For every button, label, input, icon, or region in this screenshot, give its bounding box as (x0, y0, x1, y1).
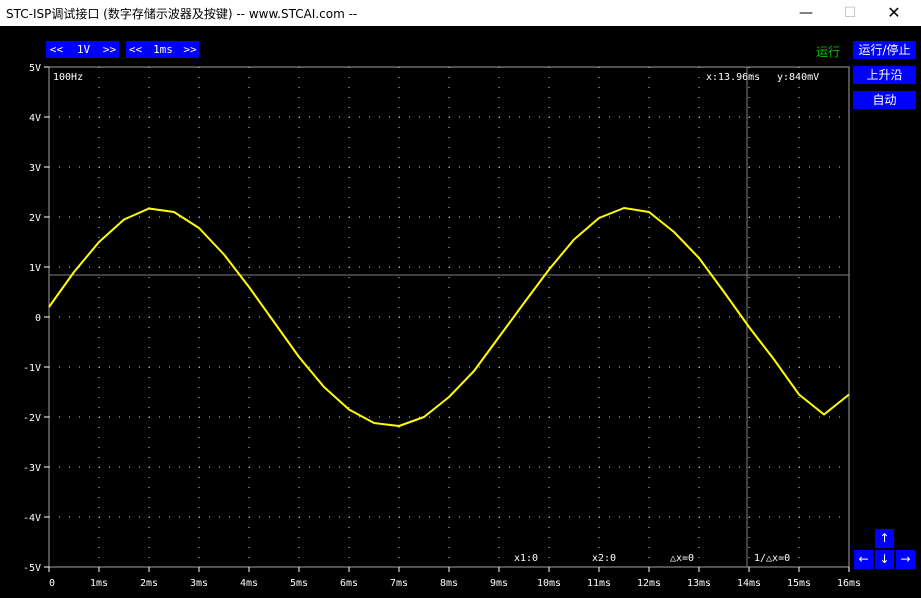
measure-inverse-delta-x: 1/△x=0 (754, 553, 790, 564)
y-tick-label: -5V (23, 563, 41, 574)
x-axis: 0 1ms 2ms 3ms 4ms 5ms 6ms 7ms 8ms 9ms 10ms 11ms 12ms… (48, 567, 861, 589)
x-tick-label: 4ms (240, 578, 258, 589)
cursor-x-readout: x:13.96ms (706, 72, 760, 83)
y-tick-label: 1V (29, 263, 41, 274)
measure-x2: x2:0 (592, 553, 616, 564)
y-tick-label: 5V (29, 63, 41, 74)
y-tick-label: 0 (35, 313, 41, 324)
y-tick-label: 2V (29, 213, 41, 224)
y-axis: 5V 4V 3V 2V 1V 0 -1V -2V -3V -4V -5V (23, 63, 49, 574)
x-tick-label: 16ms (837, 578, 861, 589)
x-tick-label: 7ms (390, 578, 408, 589)
x-tick-label: 15ms (787, 578, 811, 589)
grid (49, 67, 849, 567)
y-tick-label: -1V (23, 363, 41, 374)
x-tick-label: 8ms (440, 578, 458, 589)
x-tick-label: 3ms (190, 578, 208, 589)
x-tick-label: 11ms (587, 578, 611, 589)
scope-display[interactable]: 5V 4V 3V 2V 1V 0 -1V -2V -3V -4V -5V 0 1ms 2ms 3ms 4ms… (0, 0, 921, 598)
x-tick-label: 9ms (490, 578, 508, 589)
x-tick-label: 1ms (90, 578, 108, 589)
x-tick-label: 13ms (687, 578, 711, 589)
cursor-y-readout: y:840mV (777, 72, 819, 83)
y-tick-label: 4V (29, 113, 41, 124)
x-tick-label: 6ms (340, 578, 358, 589)
y-tick-label: -2V (23, 413, 41, 424)
y-tick-label: 3V (29, 163, 41, 174)
y-tick-label: -4V (23, 513, 41, 524)
x-tick-label: 0 (49, 578, 55, 589)
x-tick-label: 14ms (737, 578, 761, 589)
x-tick-label: 5ms (290, 578, 308, 589)
x-tick-label: 2ms (140, 578, 158, 589)
measure-delta-x: △x=0 (670, 553, 694, 564)
x-tick-label: 10ms (537, 578, 561, 589)
y-tick-label: -3V (23, 463, 41, 474)
measure-x1: x1:0 (514, 553, 538, 564)
x-tick-label: 12ms (637, 578, 661, 589)
frequency-readout: 100Hz (53, 72, 83, 83)
